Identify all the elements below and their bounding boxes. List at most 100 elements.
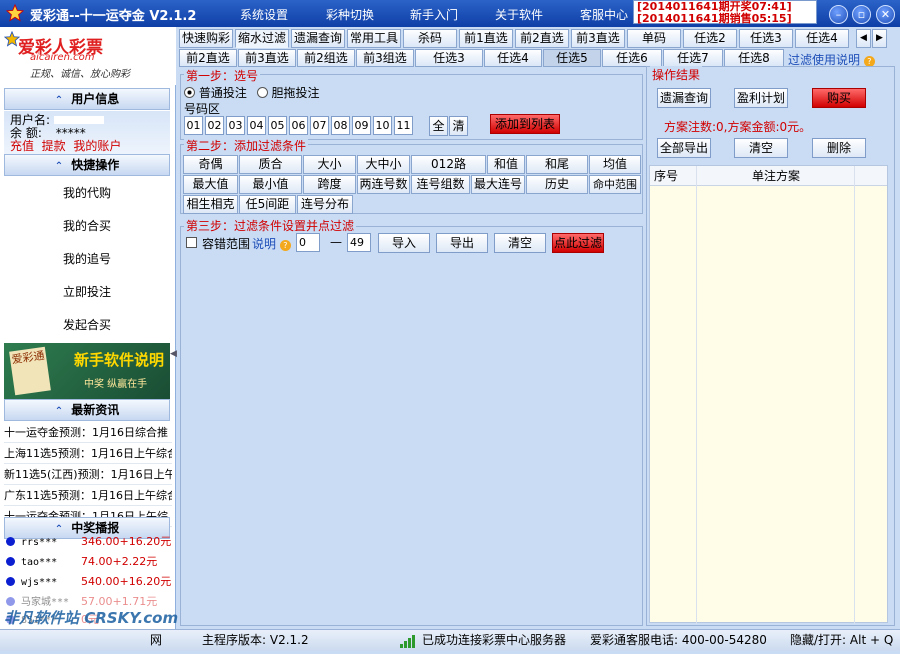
select-all-button[interactable]: 全 — [429, 116, 448, 136]
link-recharge[interactable]: 充值 — [10, 139, 34, 153]
nav-my-group-buys[interactable]: 我的合买 — [4, 210, 170, 243]
add-to-list-button[interactable]: 添加到列表 — [490, 114, 560, 134]
run-filter-button[interactable]: 点此过滤 — [552, 233, 604, 253]
buy-button[interactable]: 购买 — [812, 88, 866, 108]
nav-start-group-buy[interactable]: 发起合买 — [4, 309, 170, 342]
quick-ops-header[interactable]: ⌃ 快捷操作 — [4, 154, 170, 176]
filter-012-route[interactable]: 012路 — [411, 155, 486, 174]
filter-max-value[interactable]: 最大值 — [183, 175, 238, 194]
subtab-front2-direct[interactable]: 前2直选 — [179, 49, 237, 67]
tolerance-help-link[interactable]: 说明 ? — [252, 235, 291, 252]
number-ball-10[interactable]: 10 — [373, 116, 392, 135]
beginner-banner[interactable]: 爱彩通 新手软件说明 中奖 纵赢在手 — [4, 343, 170, 399]
number-ball-04[interactable]: 04 — [247, 116, 266, 135]
tab-kill-number[interactable]: 杀码 — [403, 29, 457, 48]
link-my-account[interactable]: 我的账户 — [73, 139, 121, 153]
nav-bet-now[interactable]: 立即投注 — [4, 276, 170, 309]
filter-consecutive-distribution[interactable]: 连号分布 — [297, 195, 353, 214]
collapse-sidebar-icon[interactable]: ◀ — [170, 349, 177, 359]
number-ball-07[interactable]: 07 — [310, 116, 329, 135]
range-to-input[interactable] — [347, 233, 371, 252]
news-header[interactable]: ⌃ 最新资讯 — [4, 399, 170, 421]
range-from-input[interactable] — [296, 233, 320, 252]
subtab-front2-group[interactable]: 前2组选 — [297, 49, 355, 67]
subtab-any6[interactable]: 任选6 — [602, 49, 662, 67]
subtab-any5[interactable]: 任选5 — [543, 49, 601, 67]
number-ball-01[interactable]: 01 — [184, 116, 203, 135]
subtab-any3[interactable]: 任选3 — [415, 49, 483, 67]
filter-hit-range[interactable]: 命中范围 — [589, 175, 641, 194]
tab-any4[interactable]: 任选4 — [795, 29, 849, 48]
minimize-icon[interactable]: – — [829, 5, 848, 24]
subtab-any4[interactable]: 任选4 — [484, 49, 542, 67]
radio-normal-label[interactable]: 普通投注 — [199, 86, 247, 100]
filter-sum[interactable]: 和值 — [487, 155, 525, 174]
close-icon[interactable]: ✕ — [876, 5, 895, 24]
menu-service[interactable]: 客服中心 — [580, 6, 628, 23]
news-item[interactable]: 广东11选5预测：1月16日上午综合 — [4, 485, 172, 506]
subtab-front3-direct[interactable]: 前3直选 — [238, 49, 296, 67]
export-button[interactable]: 导出 — [436, 233, 488, 253]
filter-min-value[interactable]: 最小值 — [239, 175, 302, 194]
maximize-icon[interactable]: ▫ — [852, 5, 871, 24]
menu-about[interactable]: 关于软件 — [495, 6, 543, 23]
tab-any2[interactable]: 任选2 — [683, 29, 737, 48]
clear-result-button[interactable]: 清空 — [734, 138, 788, 158]
import-button[interactable]: 导入 — [378, 233, 430, 253]
missing-query-button[interactable]: 遗漏查询 — [657, 88, 711, 108]
tab-any3[interactable]: 任选3 — [739, 29, 793, 48]
subtab-any7[interactable]: 任选7 — [663, 49, 723, 67]
clear-conditions-button[interactable]: 清空 — [494, 233, 546, 253]
menu-beginner[interactable]: 新手入门 — [410, 6, 458, 23]
menu-system-settings[interactable]: 系统设置 — [240, 6, 288, 23]
filter-prime-composite[interactable]: 质合 — [239, 155, 302, 174]
filter-average[interactable]: 均值 — [589, 155, 641, 174]
tab-single[interactable]: 单码 — [627, 29, 681, 48]
tab-filter[interactable]: 缩水过滤 — [235, 29, 289, 48]
filter-sum-tail[interactable]: 和尾 — [526, 155, 588, 174]
tab-missing-query[interactable]: 遗漏查询 — [291, 29, 345, 48]
filter-odd-even[interactable]: 奇偶 — [183, 155, 238, 174]
link-withdraw[interactable]: 提款 — [42, 139, 66, 153]
subtab-front3-group[interactable]: 前3组选 — [356, 49, 414, 67]
filter-any5-spacing[interactable]: 任5间距 — [239, 195, 296, 214]
number-ball-08[interactable]: 08 — [331, 116, 350, 135]
tolerance-checkbox[interactable] — [186, 237, 197, 248]
filter-mutual[interactable]: 相生相克 — [183, 195, 238, 214]
filter-big-small[interactable]: 大小 — [303, 155, 356, 174]
number-ball-02[interactable]: 02 — [205, 116, 224, 135]
filter-span[interactable]: 跨度 — [303, 175, 356, 194]
plan-table[interactable]: 序号 单注方案 — [649, 165, 888, 624]
tab-tools[interactable]: 常用工具 — [347, 29, 401, 48]
menu-lottery-switch[interactable]: 彩种切换 — [326, 6, 374, 23]
news-item[interactable]: 新11选5(江西)预测：1月16日上午 — [4, 464, 172, 485]
nav-my-chases[interactable]: 我的追号 — [4, 243, 170, 276]
tab-front1-direct[interactable]: 前1直选 — [459, 29, 513, 48]
tab-quick-buy[interactable]: 快速购彩 — [179, 29, 233, 48]
user-info-header[interactable]: ⌃ 用户信息 — [4, 88, 170, 110]
number-ball-09[interactable]: 09 — [352, 116, 371, 135]
clear-numbers-button[interactable]: 清 — [449, 116, 468, 136]
delete-button[interactable]: 删除 — [812, 138, 866, 158]
filter-max-consecutive[interactable]: 最大连号 — [471, 175, 525, 194]
filter-big-mid-small[interactable]: 大中小 — [357, 155, 410, 174]
number-ball-03[interactable]: 03 — [226, 116, 245, 135]
nav-my-purchases[interactable]: 我的代购 — [4, 177, 170, 210]
filter-consecutive-groups[interactable]: 连号组数 — [411, 175, 470, 194]
number-ball-06[interactable]: 06 — [289, 116, 308, 135]
number-ball-11[interactable]: 11 — [394, 116, 413, 135]
radio-dantuo[interactable] — [256, 86, 268, 100]
export-all-button[interactable]: 全部导出 — [657, 138, 711, 158]
number-ball-05[interactable]: 05 — [268, 116, 287, 135]
news-item[interactable]: 十一运夺金预测：1月16日综合推 — [4, 422, 172, 443]
subtab-any8[interactable]: 任选8 — [724, 49, 784, 67]
tab-front3-direct[interactable]: 前3直选 — [571, 29, 625, 48]
radio-dantuo-label[interactable]: 胆拖投注 — [272, 86, 320, 100]
tab-scroll-right-icon[interactable]: ▶ — [872, 29, 887, 48]
tab-scroll-left-icon[interactable]: ◀ — [856, 29, 871, 48]
tab-front2-direct[interactable]: 前2直选 — [515, 29, 569, 48]
profit-plan-button[interactable]: 盈利计划 — [734, 88, 788, 108]
radio-normal[interactable] — [184, 87, 195, 98]
filter-history[interactable]: 历史 — [526, 175, 588, 194]
filter-two-consecutive[interactable]: 两连号数 — [357, 175, 410, 194]
